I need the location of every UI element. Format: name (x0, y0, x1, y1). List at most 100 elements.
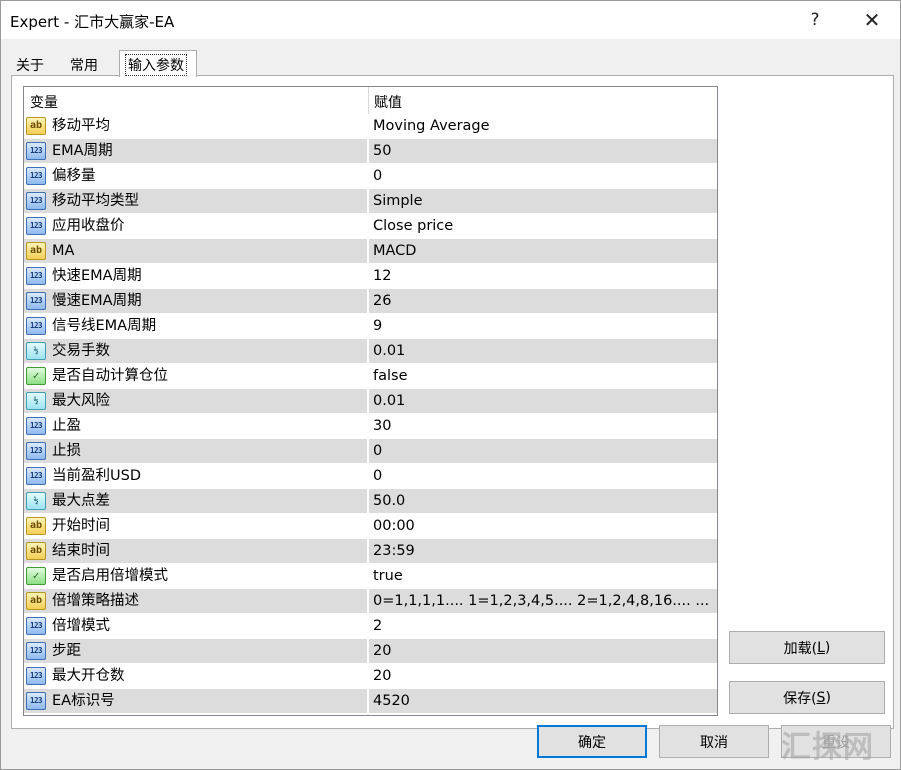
parameter-name: 步距 (52, 643, 81, 659)
parameter-value-cell[interactable]: 50 (369, 139, 717, 163)
parameter-row[interactable]: 123 EMA周期 50 (24, 139, 717, 164)
parameter-row[interactable]: 123 慢速EMA周期 26 (24, 289, 717, 314)
parameter-row[interactable]: ab 开始时间 00:00 (24, 514, 717, 539)
cancel-button[interactable]: 取消 (659, 725, 769, 758)
parameter-value-cell[interactable]: 20 (369, 664, 717, 688)
load-button-hotkey: L (817, 639, 825, 656)
parameter-value-cell[interactable]: 9 (369, 314, 717, 338)
parameter-name: 是否自动计算仓位 (52, 368, 168, 384)
parameter-value-cell[interactable]: 0 (369, 164, 717, 188)
column-header-value[interactable]: 赋值 (374, 92, 402, 112)
parameter-name-cell[interactable]: 123 慢速EMA周期 (24, 289, 368, 313)
parameter-name-cell[interactable]: 123 应用收盘价 (24, 214, 368, 238)
parameter-value-cell[interactable]: Close price (369, 214, 717, 238)
parameter-name-cell[interactable]: ab 结束时间 (24, 539, 368, 563)
parameter-value-cell[interactable]: 0=1,1,1,1.... 1=1,2,3,4,5.... 2=1,2,4,8,… (369, 589, 717, 613)
parameter-row[interactable]: ✓ 是否自动计算仓位 false (24, 364, 717, 389)
load-button-label: 加载( (783, 640, 818, 657)
parameter-name: 最大点差 (52, 493, 110, 509)
parameter-row[interactable]: 123 EA标识号 4520 (24, 689, 717, 714)
parameter-name-cell[interactable]: ½ 最大点差 (24, 489, 368, 513)
parameter-value-cell[interactable]: 26 (369, 289, 717, 313)
parameter-value-cell[interactable]: 30 (369, 414, 717, 438)
parameter-name-cell[interactable]: ✓ 是否自动计算仓位 (24, 364, 368, 388)
parameter-value-cell[interactable]: 00:00 (369, 514, 717, 538)
parameter-value-cell[interactable]: 12 (369, 264, 717, 288)
parameter-name-cell[interactable]: 123 最大开仓数 (24, 664, 368, 688)
integer-type-icon: 123 (26, 417, 46, 435)
parameter-name-cell[interactable]: ab 开始时间 (24, 514, 368, 538)
column-header-variable[interactable]: 变量 (30, 92, 58, 112)
parameter-name: MA (52, 243, 75, 259)
parameter-value-cell[interactable]: MACD (369, 239, 717, 263)
parameter-row[interactable]: 123 止损 0 (24, 439, 717, 464)
parameter-name: 信号线EMA周期 (52, 318, 157, 334)
parameter-row[interactable]: 123 快速EMA周期 12 (24, 264, 717, 289)
parameter-value-cell[interactable]: Simple (369, 189, 717, 213)
parameter-name-cell[interactable]: ✓ 是否启用倍增模式 (24, 564, 368, 588)
bool-type-icon: ✓ (26, 367, 46, 385)
parameter-name-cell[interactable]: ½ 最大风险 (24, 389, 368, 413)
parameter-name-cell[interactable]: 123 快速EMA周期 (24, 264, 368, 288)
parameter-row[interactable]: 123 步距 20 (24, 639, 717, 664)
parameter-row[interactable]: ab 结束时间 23:59 (24, 539, 717, 564)
parameter-value-cell[interactable]: 4520 (369, 689, 717, 713)
parameter-name-cell[interactable]: 123 信号线EMA周期 (24, 314, 368, 338)
text-type-icon: ab (26, 592, 46, 610)
parameter-value-cell[interactable]: 23:59 (369, 539, 717, 563)
parameter-value-cell[interactable]: true (369, 564, 717, 588)
help-button[interactable]: ? (793, 1, 837, 39)
parameter-name-cell[interactable]: 123 步距 (24, 639, 368, 663)
parameter-name-cell[interactable]: 123 当前盈利USD (24, 464, 368, 488)
parameter-name-cell[interactable]: 123 止损 (24, 439, 368, 463)
parameter-row[interactable]: 123 倍增模式 2 (24, 614, 717, 639)
integer-type-icon: 123 (26, 317, 46, 335)
parameter-row[interactable]: ab MA MACD (24, 239, 717, 264)
parameter-value-cell[interactable]: 0.01 (369, 339, 717, 363)
load-button[interactable]: 加载(L) (729, 631, 885, 664)
parameter-value-cell[interactable]: 50.0 (369, 489, 717, 513)
parameter-row[interactable]: 123 止盈 30 (24, 414, 717, 439)
save-button[interactable]: 保存(S) (729, 681, 885, 714)
parameter-name-cell[interactable]: 123 EA标识号 (24, 689, 368, 713)
parameter-row[interactable]: 123 最大开仓数 20 (24, 664, 717, 689)
parameter-name-cell[interactable]: 123 移动平均类型 (24, 189, 368, 213)
parameter-name: 慢速EMA周期 (52, 293, 142, 309)
parameter-value-cell[interactable]: 0.01 (369, 389, 717, 413)
parameter-value-cell[interactable]: Moving Average (369, 114, 717, 138)
parameter-value-cell[interactable]: 0 (369, 464, 717, 488)
parameter-row[interactable]: ab 移动平均 Moving Average (24, 114, 717, 139)
parameter-name-cell[interactable]: ab 移动平均 (24, 114, 368, 138)
parameter-row[interactable]: ½ 最大点差 50.0 (24, 489, 717, 514)
parameter-name-cell[interactable]: ½ 交易手数 (24, 339, 368, 363)
tab-common[interactable]: 常用 (65, 52, 115, 76)
parameter-name-cell[interactable]: 123 偏移量 (24, 164, 368, 188)
parameter-row[interactable]: ½ 最大风险 0.01 (24, 389, 717, 414)
parameter-row[interactable]: 123 当前盈利USD 0 (24, 464, 717, 489)
double-type-icon: ½ (26, 392, 46, 410)
tab-inputs[interactable]: 输入参数 (119, 50, 197, 77)
save-button-hotkey: S (816, 689, 826, 706)
parameter-row[interactable]: 123 应用收盘价 Close price (24, 214, 717, 239)
parameter-row[interactable]: 123 偏移量 0 (24, 164, 717, 189)
parameter-value-cell[interactable]: 0 (369, 439, 717, 463)
ok-button[interactable]: 确定 (537, 725, 647, 758)
parameter-name-cell[interactable]: 123 EMA周期 (24, 139, 368, 163)
parameter-name-cell[interactable]: 123 倍增模式 (24, 614, 368, 638)
parameter-row[interactable]: 123 移动平均类型 Simple (24, 189, 717, 214)
parameter-name-cell[interactable]: 123 止盈 (24, 414, 368, 438)
parameter-row[interactable]: ✓ 是否启用倍增模式 true (24, 564, 717, 589)
column-divider[interactable] (368, 87, 369, 114)
parameter-name-cell[interactable]: ab 倍增策略描述 (24, 589, 368, 613)
parameter-value-cell[interactable]: false (369, 364, 717, 388)
parameter-name: 偏移量 (52, 168, 96, 184)
parameter-row[interactable]: 123 信号线EMA周期 9 (24, 314, 717, 339)
tab-about[interactable]: 关于 (11, 52, 61, 76)
parameter-row[interactable]: ab 倍增策略描述 0=1,1,1,1.... 1=1,2,3,4,5.... 2=… (24, 589, 717, 614)
parameter-name-cell[interactable]: ab MA (24, 239, 368, 263)
expert-properties-dialog: Expert - 汇市大赢家-EA ? ✕ 关于 常用 输入参数 变量 赋值 a… (0, 0, 901, 770)
parameter-value-cell[interactable]: 2 (369, 614, 717, 638)
close-button[interactable]: ✕ (850, 1, 894, 39)
parameter-row[interactable]: ½ 交易手数 0.01 (24, 339, 717, 364)
parameter-value-cell[interactable]: 20 (369, 639, 717, 663)
